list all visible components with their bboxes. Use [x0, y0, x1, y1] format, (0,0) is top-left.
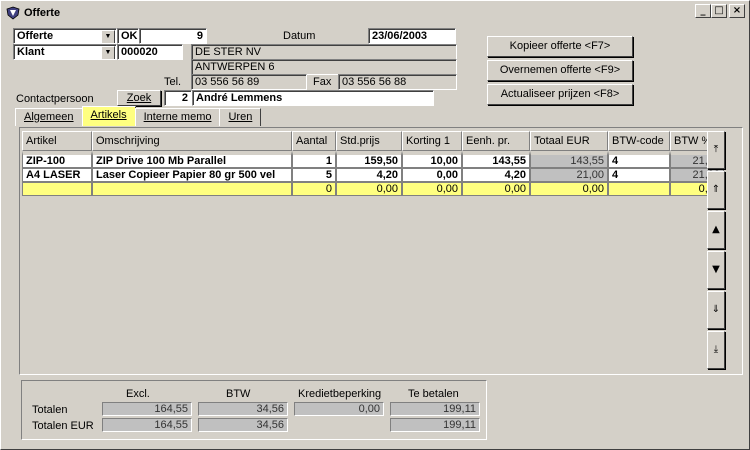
totals-excl-header: Excl.: [126, 388, 150, 400]
cell-vat-code[interactable]: 4: [608, 168, 670, 182]
contact-label: Contactpersoon: [16, 93, 94, 105]
cell-description[interactable]: ZIP Drive 100 Mb Parallel: [92, 151, 292, 168]
table-row-new[interactable]: 0 0,00 0,00 0,00 0,00 0,00: [22, 182, 724, 196]
date-field[interactable]: 23/06/2003: [368, 28, 456, 44]
row-up-icon[interactable]: ▲: [707, 211, 725, 249]
cell-description[interactable]: [92, 182, 292, 196]
cell-vat-code[interactable]: [608, 182, 670, 196]
column-header[interactable]: Eenh. pr.: [462, 131, 530, 151]
tab-strip: Algemeen Artikels Interne memo Uren: [15, 106, 262, 126]
totals-btw-header: BTW: [226, 388, 251, 400]
chevron-down-icon[interactable]: ▼: [101, 46, 115, 59]
cell-quantity[interactable]: 1: [292, 151, 336, 168]
cell-article[interactable]: A4 LASER: [22, 168, 92, 182]
date-label: Datum: [283, 30, 316, 42]
doc-type-value: Offerte: [17, 30, 54, 42]
totals-credit: 0,00: [294, 402, 384, 416]
minimize-button[interactable]: _: [695, 4, 711, 18]
first-row-icon[interactable]: ⤒: [707, 131, 725, 169]
cell-quantity[interactable]: 0: [292, 182, 336, 196]
totals-pay: 199,11: [390, 402, 480, 416]
window-title: Offerte: [24, 7, 61, 19]
fax-label: Fax: [313, 76, 332, 88]
row-navigation: ⤒ ⇑ ▲ ▼ ⇓ ⤓: [707, 131, 725, 371]
articles-panel: Artikel Omschrijving Aantal Std.prijs Ko…: [19, 127, 743, 375]
doc-type-select[interactable]: Offerte ▼: [13, 28, 117, 44]
close-button[interactable]: ×: [729, 4, 745, 18]
cell-vat-code[interactable]: 4: [608, 151, 670, 168]
totals-btw: 34,56: [198, 402, 288, 416]
articles-table: Artikel Omschrijving Aantal Std.prijs Ko…: [22, 131, 724, 196]
party-type-value: Klant: [17, 46, 45, 58]
page-up-icon[interactable]: ⇑: [707, 171, 725, 209]
fax-field: 03 556 56 88: [338, 74, 457, 90]
tel-field: 03 556 56 89: [191, 74, 307, 90]
cell-article[interactable]: ZIP-100: [22, 151, 92, 168]
cell-total: 0,00: [530, 182, 608, 196]
cell-total: 143,55: [530, 151, 608, 168]
contact-number-field[interactable]: 2: [164, 90, 192, 106]
totals-eur-excl: 164,55: [102, 418, 192, 432]
last-row-icon[interactable]: ⤓: [707, 331, 725, 369]
maximize-button[interactable]: □: [711, 4, 727, 18]
contact-name-field[interactable]: André Lemmens: [192, 90, 434, 106]
doc-number-field[interactable]: 9: [139, 28, 207, 44]
search-contact-button[interactable]: Zoek: [117, 90, 161, 106]
totals-eur-btw: 34,56: [198, 418, 288, 432]
title-bar: Offerte: [3, 3, 747, 23]
tab-uren[interactable]: Uren: [219, 108, 262, 126]
totals-excl: 164,55: [102, 402, 192, 416]
column-header[interactable]: Aantal: [292, 131, 336, 151]
tel-label: Tel.: [164, 76, 182, 88]
cell-total: 21,00: [530, 168, 608, 182]
company-name-field: DE STER NV: [191, 44, 457, 60]
table-header-row: Artikel Omschrijving Aantal Std.prijs Ko…: [22, 131, 724, 151]
party-type-select[interactable]: Klant ▼: [13, 44, 117, 60]
cell-unit-price[interactable]: 143,55: [462, 151, 530, 168]
cell-quantity[interactable]: 5: [292, 168, 336, 182]
offerte-window: Offerte _ □ × Offerte ▼ OK 9 Datum 23/06…: [0, 0, 750, 450]
column-header[interactable]: Totaal EUR: [530, 131, 608, 151]
totals-eur-row-label: Totalen EUR: [32, 420, 94, 432]
column-header[interactable]: Std.prijs: [336, 131, 402, 151]
take-over-offer-button[interactable]: Overnemen offerte <F9>: [487, 60, 633, 81]
cell-discount[interactable]: 0,00: [402, 168, 462, 182]
page-down-icon[interactable]: ⇓: [707, 291, 725, 329]
table-row[interactable]: ZIP-100 ZIP Drive 100 Mb Parallel 1 159,…: [22, 151, 724, 168]
cell-std-price[interactable]: 159,50: [336, 151, 402, 168]
cell-description[interactable]: Laser Copieer Papier 80 gr 500 vel: [92, 168, 292, 182]
app-shield-icon: [6, 6, 20, 20]
totals-credit-header: Kredietbeperking: [298, 388, 382, 400]
cell-unit-price[interactable]: 0,00: [462, 182, 530, 196]
chevron-down-icon[interactable]: ▼: [101, 30, 115, 43]
copy-offer-button[interactable]: Kopieer offerte <F7>: [487, 36, 633, 57]
totals-row-label: Totalen: [32, 404, 68, 416]
tab-algemeen[interactable]: Algemeen: [15, 108, 83, 126]
address-field: ANTWERPEN 6: [191, 59, 457, 75]
column-header[interactable]: Korting 1: [402, 131, 462, 151]
tab-interne-memo[interactable]: Interne memo: [134, 108, 221, 126]
cell-article[interactable]: [22, 182, 92, 196]
totals-eur-pay: 199,11: [390, 418, 480, 432]
update-prices-button[interactable]: Actualiseer prijzen <F8>: [487, 84, 633, 105]
ok-field[interactable]: OK: [117, 28, 139, 44]
totals-panel: Excl. BTW Kredietbeperking Te betalen To…: [21, 380, 487, 440]
cell-discount[interactable]: 0,00: [402, 182, 462, 196]
tab-artikels[interactable]: Artikels: [81, 106, 136, 126]
column-header[interactable]: Artikel: [22, 131, 92, 151]
row-down-icon[interactable]: ▼: [707, 251, 725, 289]
cell-std-price[interactable]: 4,20: [336, 168, 402, 182]
table-row[interactable]: A4 LASER Laser Copieer Papier 80 gr 500 …: [22, 168, 724, 182]
column-header[interactable]: BTW-code: [608, 131, 670, 151]
cell-unit-price[interactable]: 4,20: [462, 168, 530, 182]
cell-std-price[interactable]: 0,00: [336, 182, 402, 196]
cell-discount[interactable]: 10,00: [402, 151, 462, 168]
totals-pay-header: Te betalen: [408, 388, 459, 400]
column-header[interactable]: Omschrijving: [92, 131, 292, 151]
party-number-field[interactable]: 000020: [117, 44, 183, 60]
